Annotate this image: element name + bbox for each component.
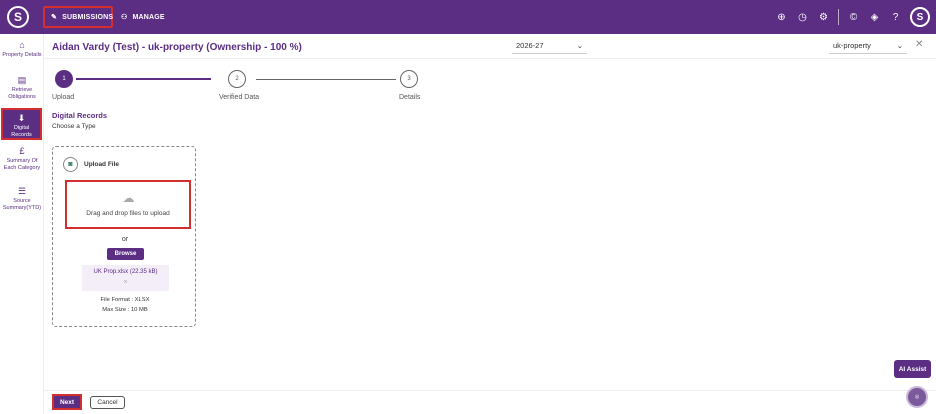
ai-assist-button[interactable]: AI Assist xyxy=(894,360,931,378)
divider xyxy=(44,58,936,59)
cloud-upload-icon: ☁ xyxy=(122,191,135,205)
sidebar-item-digital-records[interactable]: ⬇ Digital Records xyxy=(1,108,42,140)
year-value: 2026-27 xyxy=(516,41,544,50)
step-connector xyxy=(76,78,211,80)
sidebar-item-label: Source Summary(YTD) xyxy=(2,198,42,211)
sidebar-item-retrieve-obligations[interactable]: ▤ Retrieve Obligations xyxy=(0,75,44,100)
sidebar-item-label: Retrieve Obligations xyxy=(8,87,36,100)
step-3[interactable]: 3 xyxy=(400,70,418,88)
step-1[interactable]: 1 xyxy=(55,70,73,88)
sidebar: ⌂ Property Details ▤ Retrieve Obligation… xyxy=(0,34,44,414)
dropzone-text: Drag and drop files to upload xyxy=(86,210,170,217)
or-text: or xyxy=(121,236,129,243)
help-icon[interactable]: ? xyxy=(889,12,902,23)
divider xyxy=(838,9,839,25)
app-logo[interactable]: S xyxy=(7,6,29,28)
top-bar: S ✎ SUBMISSIONS ⚇ MANAGE ⊕ ◷ ⚙ © ◈ ? S xyxy=(0,0,936,34)
section-subtitle: Choose a Type xyxy=(52,123,96,130)
gear-icon[interactable]: ⚙ xyxy=(817,12,830,23)
step-2-label: Verified Data xyxy=(219,94,260,101)
close-icon[interactable]: ✕ xyxy=(915,39,923,50)
uploaded-file: UK Prop.xlsx (22.35 kB) × xyxy=(82,265,169,291)
document-icon: ▤ xyxy=(17,75,27,85)
step-2[interactable]: 2 xyxy=(228,70,246,88)
top-icons: ⊕ ◷ ⚙ © ◈ ? S xyxy=(775,6,930,28)
sidebar-item-source-summary[interactable]: ☰ Source Summary(YTD) xyxy=(0,186,44,211)
sidebar-item-summary[interactable]: £ Summary Of Each Category xyxy=(0,146,44,171)
list-icon: ☰ xyxy=(17,186,27,196)
next-button[interactable]: Next xyxy=(52,394,82,410)
clock-icon[interactable]: ◷ xyxy=(796,12,809,23)
chevron-down-icon: ⌄ xyxy=(576,41,583,50)
file-dropzone[interactable]: ☁ Drag and drop files to upload xyxy=(65,180,191,229)
upload-file-label: Upload File xyxy=(84,161,120,168)
remove-file-icon[interactable]: × xyxy=(82,279,169,286)
pound-icon: £ xyxy=(19,146,25,156)
user-avatar[interactable]: S xyxy=(910,7,930,27)
sidebar-item-label: Property Details xyxy=(2,52,42,58)
step-3-label: Details xyxy=(399,94,421,101)
file-name: UK Prop.xlsx (22.35 kB) xyxy=(93,269,158,275)
chat-help-icon[interactable]: ◎ xyxy=(906,386,928,408)
upload-card: ◙ Upload File ☁ Drag and drop files to u… xyxy=(52,146,196,327)
property-value: uk-property xyxy=(833,41,871,50)
year-select[interactable]: 2026-27 ⌄ xyxy=(512,38,587,54)
sidebar-item-label: Digital Records xyxy=(11,125,32,138)
add-circle-icon[interactable]: ⊕ xyxy=(775,12,788,23)
sidebar-item-label: Summary Of Each Category xyxy=(3,158,41,171)
page-title: Aidan Vardy (Test) - uk-property (Owners… xyxy=(52,42,302,53)
theme-icon[interactable]: © xyxy=(847,12,860,23)
nav-submissions[interactable]: ✎ SUBMISSIONS xyxy=(43,6,113,28)
pencil-icon: ✎ xyxy=(51,14,58,21)
diamond-icon[interactable]: ◈ xyxy=(868,12,881,23)
step-connector xyxy=(256,79,396,80)
browse-button[interactable]: Browse xyxy=(107,248,144,260)
cancel-button[interactable]: Cancel xyxy=(90,396,125,409)
divider xyxy=(44,390,936,391)
nav-manage[interactable]: ⚇ MANAGE xyxy=(115,6,175,28)
max-size: Max Size : 10 MB xyxy=(102,307,148,313)
chevron-down-icon: ⌄ xyxy=(896,41,903,50)
users-icon: ⚇ xyxy=(121,14,128,21)
section-title: Digital Records xyxy=(52,111,108,120)
step-1-label: Upload xyxy=(52,94,75,101)
file-format: File Format : XLSX xyxy=(100,297,150,303)
download-icon: ⬇ xyxy=(17,113,26,123)
nav-manage-label: MANAGE xyxy=(132,13,165,21)
upload-file-icon: ◙ xyxy=(63,157,78,172)
nav-submissions-label: SUBMISSIONS xyxy=(62,13,114,21)
home-icon: ⌂ xyxy=(19,40,25,50)
property-select[interactable]: uk-property ⌄ xyxy=(829,38,907,54)
sidebar-item-property-details[interactable]: ⌂ Property Details xyxy=(0,40,44,59)
